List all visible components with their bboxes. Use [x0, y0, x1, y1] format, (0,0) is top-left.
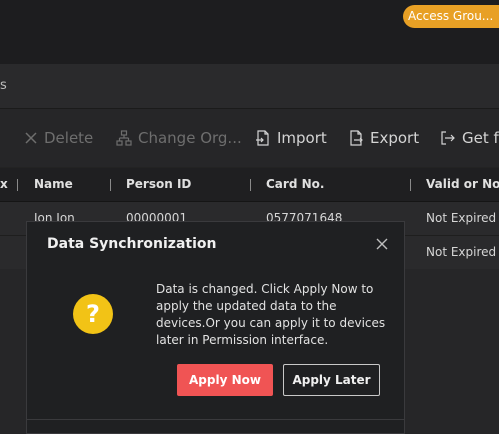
column-header-card-no[interactable]: Card No. [266, 177, 324, 191]
toolbar: Delete Change Org... Import Export Get f [0, 109, 499, 167]
delete-button[interactable]: Delete [24, 129, 93, 147]
apply-now-button[interactable]: Apply Now [177, 364, 273, 396]
import-icon [255, 130, 271, 146]
import-label: Import [277, 129, 327, 147]
get-from-label: Get fr [462, 129, 499, 147]
column-separator[interactable] [110, 179, 111, 191]
close-icon[interactable] [374, 236, 390, 252]
dialog-divider [27, 419, 404, 420]
import-button[interactable]: Import [255, 129, 327, 147]
export-label: Export [370, 129, 420, 147]
column-separator[interactable] [410, 179, 411, 191]
column-header-name[interactable]: Name [34, 177, 73, 191]
question-icon: ? [73, 294, 113, 334]
export-icon [348, 130, 364, 146]
column-header-valid[interactable]: Valid or Not [426, 177, 499, 191]
table-header: x Name Person ID Card No. Valid or Not [0, 168, 499, 202]
column-separator[interactable] [250, 179, 251, 191]
delete-icon [24, 131, 38, 145]
access-group-badge[interactable]: Access Grou... [403, 5, 499, 28]
delete-label: Delete [44, 129, 94, 147]
cell-valid: Not Expired [426, 245, 497, 259]
change-org-button[interactable]: Change Org... [116, 129, 242, 147]
tab-strip: s [0, 64, 499, 109]
get-from-device-button[interactable]: Get fr [440, 129, 499, 147]
apply-later-button[interactable]: Apply Later [283, 364, 380, 396]
cell-valid: Not Expired [426, 211, 497, 225]
data-sync-dialog: Data Synchronization ? Data is changed. … [26, 221, 405, 434]
column-header-person-id[interactable]: Person ID [126, 177, 191, 191]
org-tree-icon [116, 130, 132, 146]
tab-label-fragment[interactable]: s [0, 78, 7, 93]
export-button[interactable]: Export [348, 129, 419, 147]
column-header-index[interactable]: x [0, 177, 8, 191]
column-separator[interactable] [17, 179, 18, 191]
top-bar: Access Grou... [0, 0, 499, 64]
dialog-message: Data is changed. Click Apply Now to appl… [156, 282, 386, 347]
change-org-label: Change Org... [138, 129, 242, 147]
get-from-icon [440, 130, 456, 146]
dialog-title: Data Synchronization [47, 236, 217, 252]
